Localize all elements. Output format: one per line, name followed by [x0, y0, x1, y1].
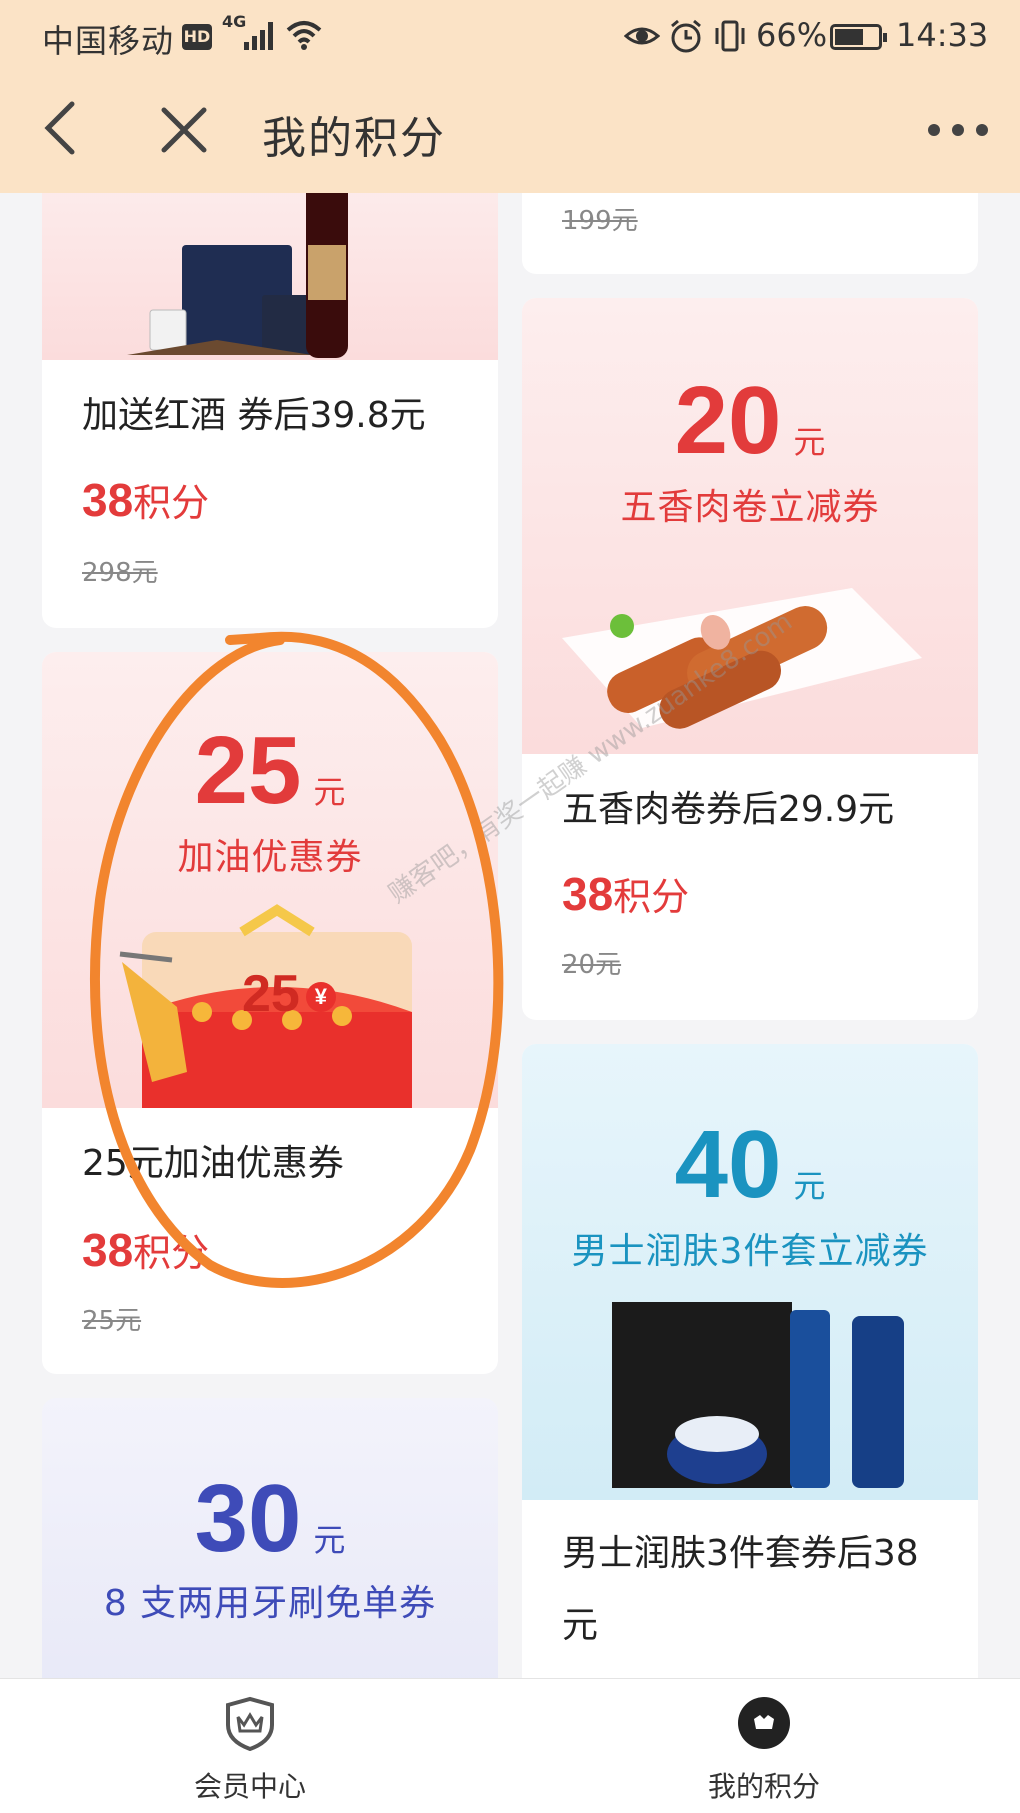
coupon-amount-unit: 元 [793, 424, 826, 460]
alarm-icon [671, 19, 701, 53]
original-price: 20元 [562, 950, 622, 980]
nav-my-points-label: 我的积分 [707, 1770, 820, 1803]
product-title: 加送红酒 券后39.8元 [82, 395, 426, 436]
carrier-name: 中国移动 [42, 22, 175, 60]
hd-icon: HD [182, 24, 212, 50]
coupon-subtitle: 男士润肤3件套立减券 [571, 1231, 929, 1272]
bottom-nav: 会员中心 我的积分 [0, 1678, 1020, 1813]
points-label: 积分 [613, 875, 690, 919]
signal-icon [244, 22, 276, 50]
envelope-currency: ¥ [305, 982, 336, 1013]
nav-member-center[interactable]: 会员中心 [120, 1679, 380, 1813]
points-label: 积分 [133, 481, 210, 525]
coupon-amount-number: 25 [194, 717, 302, 824]
points-price: 38积分 [82, 1222, 209, 1277]
coupon-subtitle: 8 支两用牙刷免单券 [103, 1583, 437, 1624]
points-price: 38积分 [562, 866, 689, 921]
coupon-subtitle: 五香肉卷立减券 [620, 487, 880, 528]
coupon-amount-number: 20 [674, 367, 782, 474]
status-bar: 中国移动 HD 4G 66% 14:33 [0, 0, 1020, 72]
points-price: 38积分 [82, 472, 209, 527]
coupon-amount-unit: 元 [313, 1522, 346, 1558]
vibrate-icon [715, 20, 745, 52]
points-number: 38 [82, 474, 134, 526]
battery-percent: 66% [756, 16, 828, 54]
skincare-set-illustration [612, 1302, 904, 1488]
battery-icon [830, 24, 887, 50]
points-number: 38 [82, 1224, 134, 1276]
envelope-amount-number: 25 [242, 965, 300, 1023]
top-bar: 中国移动 HD 4G 66% 14:33 我的积分 [0, 0, 1020, 193]
coupon-amount: 30 元 [42, 1464, 498, 1574]
shield-crown-icon [226, 1696, 274, 1751]
product-title: 25元加油优惠券 [82, 1143, 344, 1184]
product-title-line-1: 男士润肤3件套券后38 [562, 1533, 919, 1574]
original-price: 199元 [562, 206, 638, 236]
page-title: 我的积分 [262, 113, 446, 164]
points-number: 38 [562, 868, 614, 920]
product-card-toothbrush[interactable]: 30 元 8 支两用牙刷免单券 [42, 1398, 498, 1718]
wifi-icon [286, 21, 322, 50]
eye-comfort-icon [624, 27, 660, 45]
coupon-amount: 20 元 [522, 366, 978, 476]
product-card-wine[interactable]: 加送红酒 券后39.8元 38积分 298元 [42, 150, 498, 628]
network-type: 4G [222, 12, 247, 31]
original-price: 298元 [82, 558, 158, 588]
coupon-amount-number: 30 [194, 1465, 302, 1572]
more-icon[interactable] [928, 118, 992, 142]
product-card-mens-skincare[interactable]: 40 元 男士润肤3件套立减券 男士润肤3件套券后38 元 [522, 1044, 978, 1724]
product-title: 五香肉卷券后29.9元 [562, 789, 895, 830]
back-icon[interactable] [40, 100, 80, 156]
coupon-amount: 25 元 [42, 716, 498, 826]
points-label: 积分 [133, 1231, 210, 1275]
clock: 14:33 [896, 16, 989, 54]
points-icon [738, 1697, 790, 1749]
coupon-amount-unit: 元 [793, 1168, 826, 1204]
coupon-amount: 40 元 [522, 1110, 978, 1220]
product-title-line-2: 元 [562, 1605, 599, 1646]
envelope-amount: 25 ¥ [242, 964, 336, 1024]
product-image: 40 元 男士润肤3件套立减券 [522, 1044, 978, 1500]
nav-my-points[interactable]: 我的积分 [634, 1679, 894, 1813]
nav-member-center-label: 会员中心 [193, 1770, 306, 1803]
coupon-amount-number: 40 [674, 1111, 782, 1218]
product-card-fuel-coupon[interactable]: 25 元 加油优惠券 25 ¥ 25元加油优惠券 38积分 25元 [42, 652, 498, 1374]
product-image: 20 元 五香肉卷立减券 [522, 298, 978, 754]
original-price: 25元 [82, 1306, 142, 1336]
coupon-amount-unit: 元 [313, 774, 346, 810]
close-icon[interactable] [160, 106, 208, 154]
